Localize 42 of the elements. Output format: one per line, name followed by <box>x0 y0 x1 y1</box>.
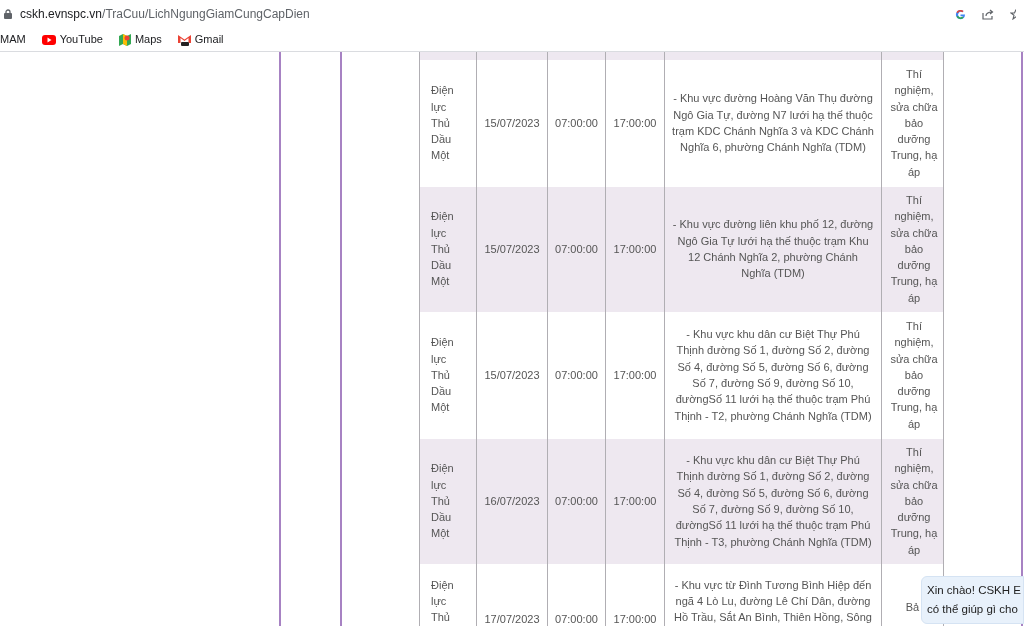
date-cell: 16/07/2023 <box>484 494 540 507</box>
bookmark[interactable]: Gmail <box>177 31 224 48</box>
lock-icon <box>4 9 12 19</box>
area-cell: - Khu vực khu dân cư Biệt Thự Phú Thịnh đường Số 1, đường Số 2, đường Số 4, đường Số 5, đường Số 6, đường Số 7, đường Số 9, đường Số 10, đườngSố 11 lưới hạ thế thuộc trạm Phú Thịnh - T2, phường Chánh Nghĩa (TDM) <box>674 328 872 422</box>
mail-icon <box>177 33 191 46</box>
chat-bubble[interactable]: Xin chào! CSKH E có thể giúp gì cho <box>921 576 1024 624</box>
area-cell: - Khu vực khu dân cư Biệt Thự Phú Thịnh đường Số 1, đường Số 2, đường Số 4, đường Số 5, đường Số 6, đường Số 7, đường Số 9, đường Số 10, đườngSố 11 lưới hạ thế thuộc trạm Phú Thịnh - T3, phường Chánh Nghĩa (TDM) <box>674 454 872 548</box>
unit-cell-text: Điện lực Thủ Dầu Một <box>431 209 455 290</box>
bookmark[interactable]: MAM <box>0 31 26 48</box>
share-icon[interactable] <box>982 8 994 20</box>
start-time-cell: 07:00:00 <box>555 494 598 507</box>
end-time-cell: 17:00:00 <box>613 494 657 507</box>
date-cell: 15/07/2023 <box>484 242 540 255</box>
reason-cell-text: Thí nghiệm, sửa chữa bảo dưỡng Trung, hạ áp <box>889 318 939 432</box>
start-time-cell: 07:00:00 <box>555 612 598 625</box>
reason-cell-text: Thí nghiệm, sửa chữa bảo dưỡng Trung, hạ áp <box>889 192 939 306</box>
date-cell: 15/07/2023 <box>484 116 540 129</box>
area-cell: - Khu vực từ Đình Tương Bình Hiệp đến ngã 4 Lò Lu, đường Lê Chí Dân, đường Hồ Trầu, Sắt An Bình, Thiên Hồng, Sông <box>674 578 872 624</box>
end-time-cell: 17:00:00 <box>613 612 657 625</box>
play-icon <box>41 34 56 45</box>
unit-cell-text: Điện lực Thủ <box>431 577 455 626</box>
address-bar-url[interactable]: cskh.evnspc.vn/TraCuu/LichNgungGiamCungCapDien <box>20 5 310 23</box>
end-time-cell: 17:00:00 <box>613 116 657 129</box>
area-cell: - Khu vực đường Hoàng Văn Thụ đường Ngô Gia Tự, đường N7 lưới hạ thế thuộc trạm KDC Chánh Nghĩa 3 và KDC Chánh Nghĩa 6, phường Chánh Nghĩa (TDM) <box>672 92 874 154</box>
reason-cell-text: Bả <box>905 599 920 615</box>
date-cell: 15/07/2023 <box>484 368 540 381</box>
end-time-cell: 17:00:00 <box>613 368 657 381</box>
date-cell: 17/07/2023 <box>484 612 540 625</box>
reason-cell-text: Thí nghiệm, sửa chữa bảo dưỡng Trung, hạ áp <box>889 444 939 558</box>
bookmark[interactable]: YouTube <box>41 31 103 48</box>
bookmark[interactable]: Maps <box>118 31 162 48</box>
start-time-cell: 07:00:00 <box>555 242 598 255</box>
start-time-cell: 07:00:00 <box>555 116 598 129</box>
unit-cell-text: Điện lực Thủ Dầu Một <box>431 83 455 164</box>
area-cell: - Khu vực đường liên khu phố 12, đường Ngô Gia Tự lưới hạ thế thuộc trạm Khu 12 Chánh Nghĩa 2, phường Chánh Nghĩa (TDM) <box>672 218 874 280</box>
end-time-cell: 17:00:00 <box>613 242 657 255</box>
google-icon[interactable] <box>955 8 966 20</box>
unit-cell-text: Điện lực Thủ Dầu Một <box>431 335 455 416</box>
unit-cell-text: Điện lực Thủ Dầu Một <box>431 461 455 542</box>
map-pin-icon <box>118 33 131 46</box>
start-time-cell: 07:00:00 <box>555 368 598 381</box>
reason-cell-text: Thí nghiệm, sửa chữa bảo dưỡng Trung, hạ áp <box>889 66 939 180</box>
